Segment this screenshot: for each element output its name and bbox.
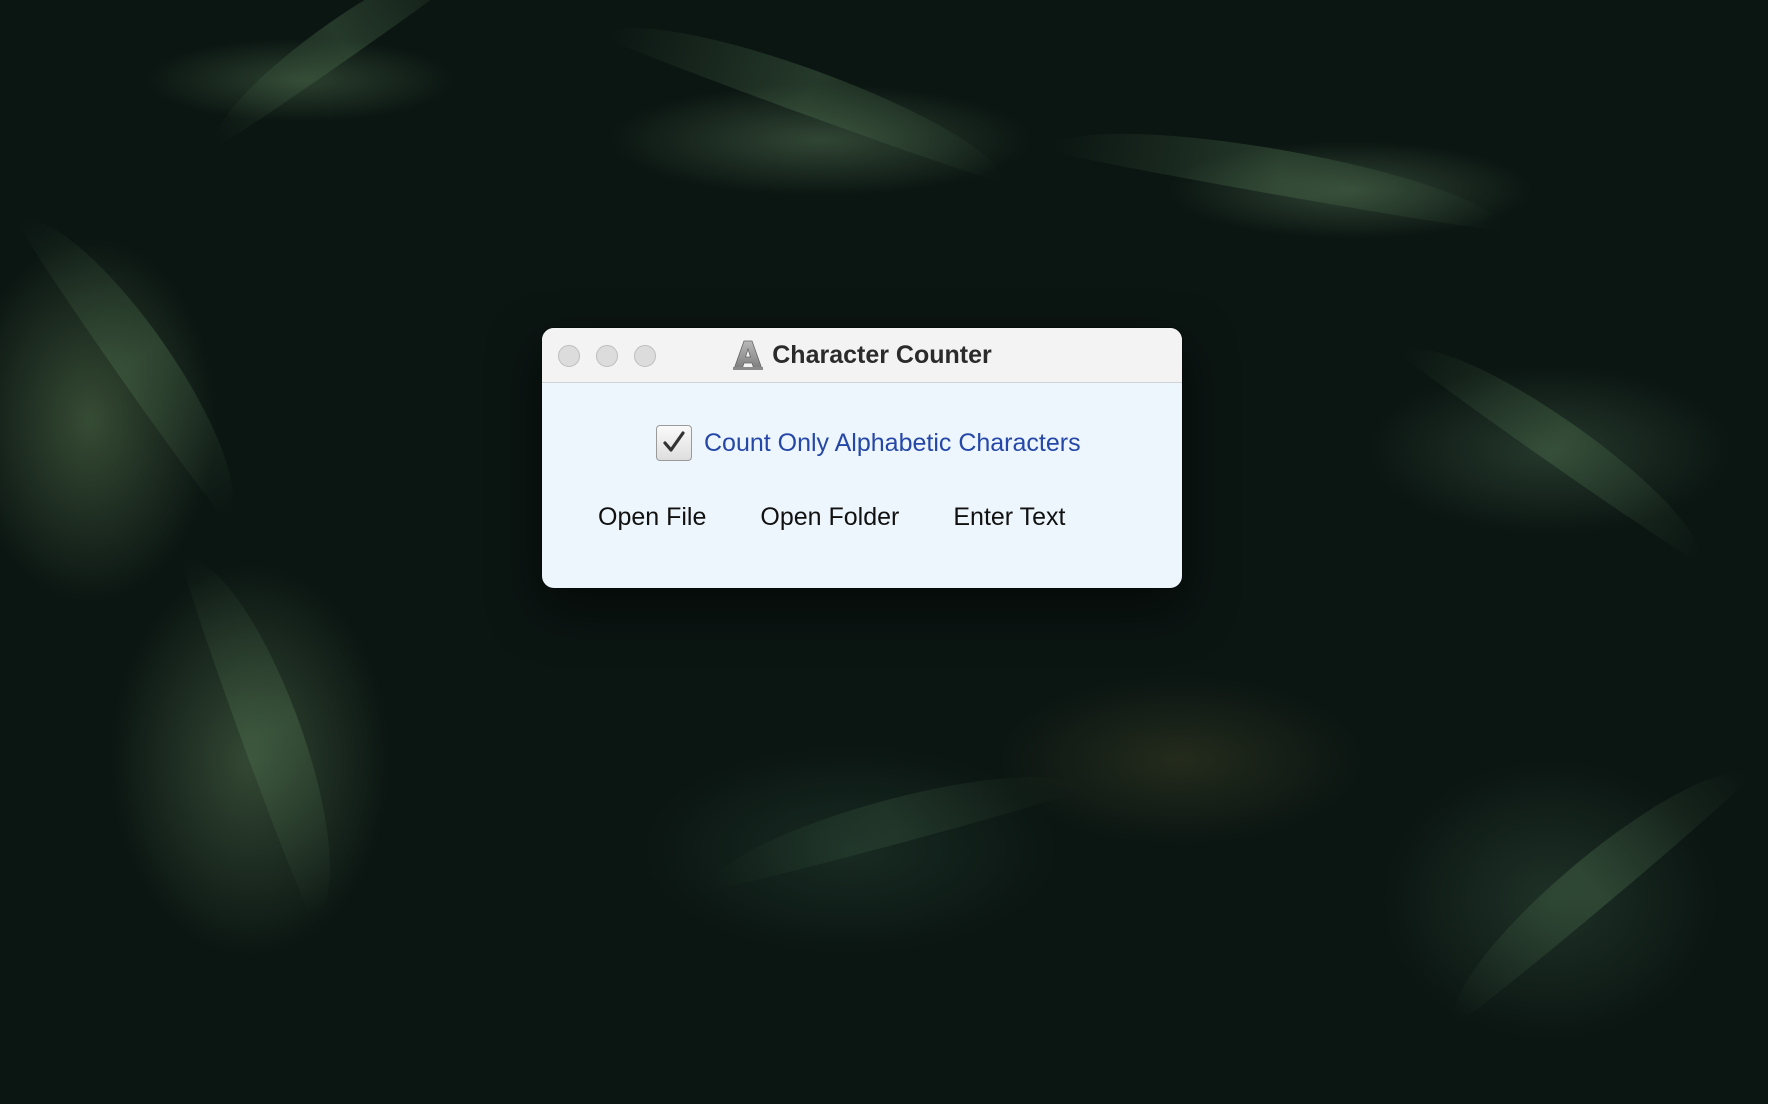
leaf-decoration bbox=[197, 0, 483, 149]
zoom-button[interactable] bbox=[634, 345, 656, 367]
open-folder-button[interactable]: Open Folder bbox=[760, 503, 899, 532]
character-counter-window: Character Counter Count Only Alphabetic … bbox=[542, 328, 1182, 588]
action-buttons: Open File Open Folder Enter Text bbox=[598, 503, 1065, 532]
leaf-decoration bbox=[1428, 743, 1752, 1027]
open-file-button[interactable]: Open File bbox=[598, 503, 706, 532]
leaf-decoration bbox=[176, 541, 364, 919]
window-controls bbox=[558, 345, 656, 367]
enter-text-button[interactable]: Enter Text bbox=[953, 503, 1065, 532]
desktop-wallpaper: Character Counter Count Only Alphabetic … bbox=[0, 0, 1768, 1104]
letter-a-icon bbox=[732, 339, 764, 371]
window-content: Count Only Alphabetic Characters Open Fi… bbox=[542, 383, 1182, 588]
close-button[interactable] bbox=[558, 345, 580, 367]
alphabetic-only-label[interactable]: Count Only Alphabetic Characters bbox=[704, 429, 1081, 458]
checkmark-icon bbox=[663, 431, 685, 452]
window-title: Character Counter bbox=[772, 340, 992, 369]
leaf-decoration bbox=[1049, 110, 1511, 235]
alphabetic-only-checkbox[interactable] bbox=[656, 425, 692, 461]
minimize-button[interactable] bbox=[596, 345, 618, 367]
leaf-decoration bbox=[604, 0, 1016, 186]
alphabetic-only-option[interactable]: Count Only Alphabetic Characters bbox=[656, 425, 1081, 461]
leaf-decoration bbox=[14, 194, 266, 521]
title-bar[interactable]: Character Counter bbox=[542, 328, 1182, 383]
leaf-decoration bbox=[1399, 320, 1721, 565]
leaf-decoration bbox=[700, 751, 1080, 894]
